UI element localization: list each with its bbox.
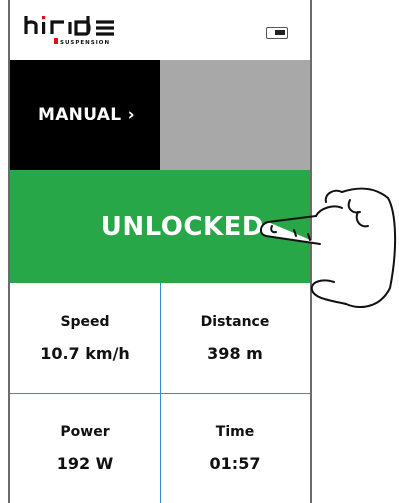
stat-value: 398 m <box>207 343 263 363</box>
manual-mode-button[interactable]: MANUAL › <box>10 60 160 170</box>
app-header: SUSPENSION <box>10 0 310 60</box>
unlocked-label: UNLOCKED› <box>100 211 276 242</box>
mode-panel-grey <box>160 60 310 170</box>
stat-label: Speed <box>60 313 110 330</box>
stats-grid: Speed 10.7 km/h Distance 398 m Power 192… <box>10 283 310 503</box>
grid-divider-horizontal <box>10 393 310 394</box>
stat-label: Distance <box>200 313 270 330</box>
manual-mode-label: MANUAL › <box>38 105 135 125</box>
battery-icon <box>266 27 288 39</box>
stat-value: 01:57 <box>209 453 261 473</box>
hiride-logo: SUSPENSION <box>24 16 114 46</box>
logo-subtext: SUSPENSION <box>60 40 110 46</box>
screen: SUSPENSION MANUAL › UNLOCKED› Speed 10.7… <box>0 0 399 503</box>
stat-distance: Distance 398 m <box>160 283 310 393</box>
phone-frame: SUSPENSION MANUAL › UNLOCKED› Speed 10.7… <box>8 0 312 503</box>
stat-value: 10.7 km/h <box>40 343 130 363</box>
stat-speed: Speed 10.7 km/h <box>10 283 160 393</box>
mode-row: MANUAL › <box>10 60 310 170</box>
stat-value: 192 W <box>56 453 114 473</box>
stat-label: Power <box>60 423 110 440</box>
stat-label: Time <box>215 423 255 440</box>
stat-time: Time 01:57 <box>160 393 310 503</box>
unlocked-button[interactable]: UNLOCKED› <box>10 170 310 283</box>
stat-power: Power 192 W <box>10 393 160 503</box>
